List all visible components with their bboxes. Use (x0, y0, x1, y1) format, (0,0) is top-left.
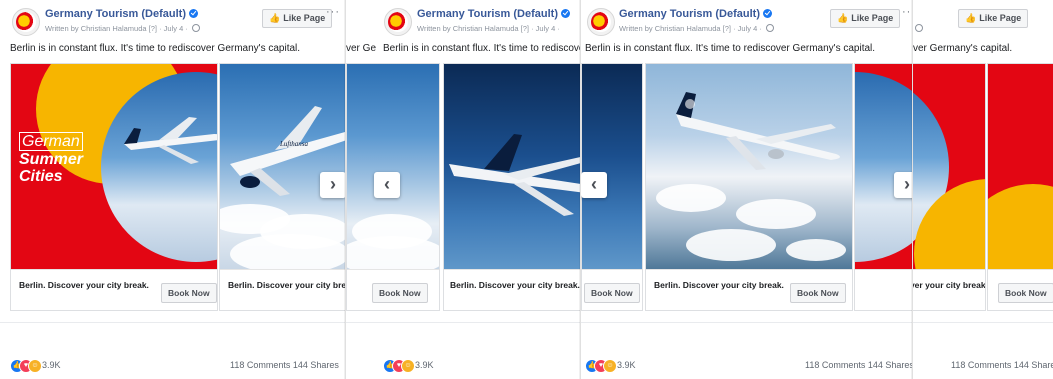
like-page-button[interactable]: 👍 Like Page (830, 9, 901, 28)
divider (346, 322, 581, 323)
divider (0, 322, 345, 323)
page-name-link[interactable]: Germany Tourism (Default) (45, 8, 198, 20)
card-footer: Berlin. Discover your city break. (220, 269, 345, 310)
card-caption: Berlin. Discover your city break. (913, 280, 986, 290)
book-now-button[interactable]: Book Now (161, 283, 217, 303)
post-panel-4: 👍Like Page ver Germany's capital. Berlin… (912, 0, 1053, 379)
more-options-icon[interactable]: ··· (326, 6, 340, 18)
globe-icon (191, 24, 200, 32)
promo-image: German Summer Cities (11, 64, 217, 269)
verified-badge-icon (763, 9, 772, 18)
divider (581, 322, 926, 323)
post-text-fragment: ver Ge (346, 43, 377, 54)
post-panel-1: Germany Tourism (Default) Written by Chr… (0, 0, 345, 379)
post-text: Berlin is in constant flux. It's time to… (585, 43, 876, 54)
reactions-count[interactable]: 3.9K (617, 360, 636, 370)
post-text: Berlin is in constant flux. It's time to… (383, 43, 581, 54)
post-panel-2: Germany Tourism (Default) Written by Chr… (345, 0, 581, 379)
page-avatar[interactable] (12, 8, 40, 36)
book-now-button[interactable]: Book Now (584, 283, 640, 303)
shares-count[interactable]: 144 Shares (293, 360, 339, 370)
haha-icon: ☺ (401, 359, 415, 373)
card-caption: Berlin. Discover your city break. (19, 280, 149, 290)
comments-count[interactable]: 118 Comments (951, 360, 1011, 370)
like-page-button[interactable]: 👍 Like Page (262, 9, 333, 28)
verified-badge-icon (561, 9, 570, 18)
airplane-image (124, 117, 217, 164)
post-byline (913, 24, 923, 33)
carousel-card-3[interactable]: Berlin. Discover your city break. (443, 63, 581, 311)
carousel-card-6[interactable]: Book Now (987, 63, 1053, 311)
post-text: Berlin is in constant flux. It's time to… (10, 43, 301, 54)
comments-count[interactable]: 118 Comments (230, 360, 290, 370)
thumbs-up-icon: 👍 (269, 13, 281, 23)
post-byline: Written by Christian Halamuda [?] · July… (417, 24, 560, 33)
card-caption: Berlin. Discover your city break. (450, 280, 580, 290)
promo-title: German Summer Cities (19, 132, 84, 185)
book-now-button[interactable]: Book Now (372, 283, 428, 303)
page-name-link[interactable]: Germany Tourism (Default) (619, 8, 772, 20)
carousel-prev-button[interactable]: ‹ (374, 172, 400, 198)
reactions-count[interactable]: 3.9K (415, 360, 434, 370)
verified-badge-icon (189, 9, 198, 18)
comments-count[interactable]: 118 Comments (805, 360, 865, 370)
airplane-image (676, 92, 840, 170)
airplane-image (449, 134, 581, 216)
carousel-next-button[interactable]: › (320, 172, 345, 198)
globe-icon (765, 24, 774, 32)
thumbs-up-icon: 👍 (837, 13, 849, 23)
reactions-count[interactable]: 3.9K (42, 360, 61, 370)
post-text-fragment: ver Germany's capital. (913, 43, 1013, 54)
book-now-button[interactable]: Book Now (998, 283, 1053, 303)
carousel-card-5b[interactable]: Berlin. Discover your city break. (913, 63, 986, 311)
post-panel-3: Germany Tourism (Default) Written by Chr… (580, 0, 926, 379)
shares-count[interactable]: 144 Shares (868, 360, 914, 370)
divider (913, 322, 1053, 323)
promo-image (988, 64, 1053, 269)
comments-shares-stats[interactable]: 118 Comments 144 Shares (805, 360, 914, 370)
carousel-prev-button[interactable]: ‹ (581, 172, 607, 198)
page-avatar[interactable] (587, 8, 615, 36)
card-caption: Berlin. Discover your city break. (228, 280, 345, 290)
haha-icon: ☺ (28, 359, 42, 373)
thumbs-up-icon: 👍 (965, 13, 977, 23)
airplane-sky-image (347, 64, 439, 276)
page-name-link[interactable]: Germany Tourism (Default) (417, 8, 570, 20)
svg-text:Lufthansa: Lufthansa (279, 140, 309, 148)
carousel-card-1[interactable]: German Summer Cities Berlin. Discover yo… (10, 63, 218, 311)
comments-shares-stats[interactable]: 118 Comments 144 Shares (230, 360, 339, 370)
airplane-night-sky-image (582, 64, 642, 269)
card-footer: Berlin. Discover your city break. Book N… (646, 269, 852, 310)
carousel-card-4[interactable]: Berlin. Discover your city break. Book N… (645, 63, 853, 311)
airplane-night-sky-image (444, 64, 581, 269)
card-caption: Berlin. Discover your city break. (654, 280, 784, 290)
airplane-sky-image: Lufthansa (220, 64, 345, 269)
like-page-button[interactable]: 👍 Like Page (958, 9, 1029, 28)
post-byline: Written by Christian Halamuda [?] · July… (45, 24, 200, 33)
promo-image (913, 64, 985, 269)
card-footer: Book Now (582, 269, 642, 310)
page-avatar[interactable] (384, 8, 412, 36)
book-now-button[interactable]: Book Now (790, 283, 846, 303)
post-byline: Written by Christian Halamuda [?] · July… (619, 24, 774, 33)
card-footer: Book Now (347, 269, 439, 310)
airplane-clouds-image (646, 64, 852, 269)
card-footer: Berlin. Discover your city break. Book N… (11, 269, 217, 310)
card-footer: Book Now (988, 269, 1053, 310)
card-footer: Berlin. Discover your city break. (913, 269, 986, 310)
shares-count[interactable]: 144 Shares (1014, 360, 1053, 370)
card-footer: Berlin. Discover your city break. (444, 269, 581, 310)
comments-shares-stats[interactable]: 118 Comments 144 Shares (951, 360, 1053, 370)
haha-icon: ☺ (603, 359, 617, 373)
globe-icon (915, 24, 923, 32)
